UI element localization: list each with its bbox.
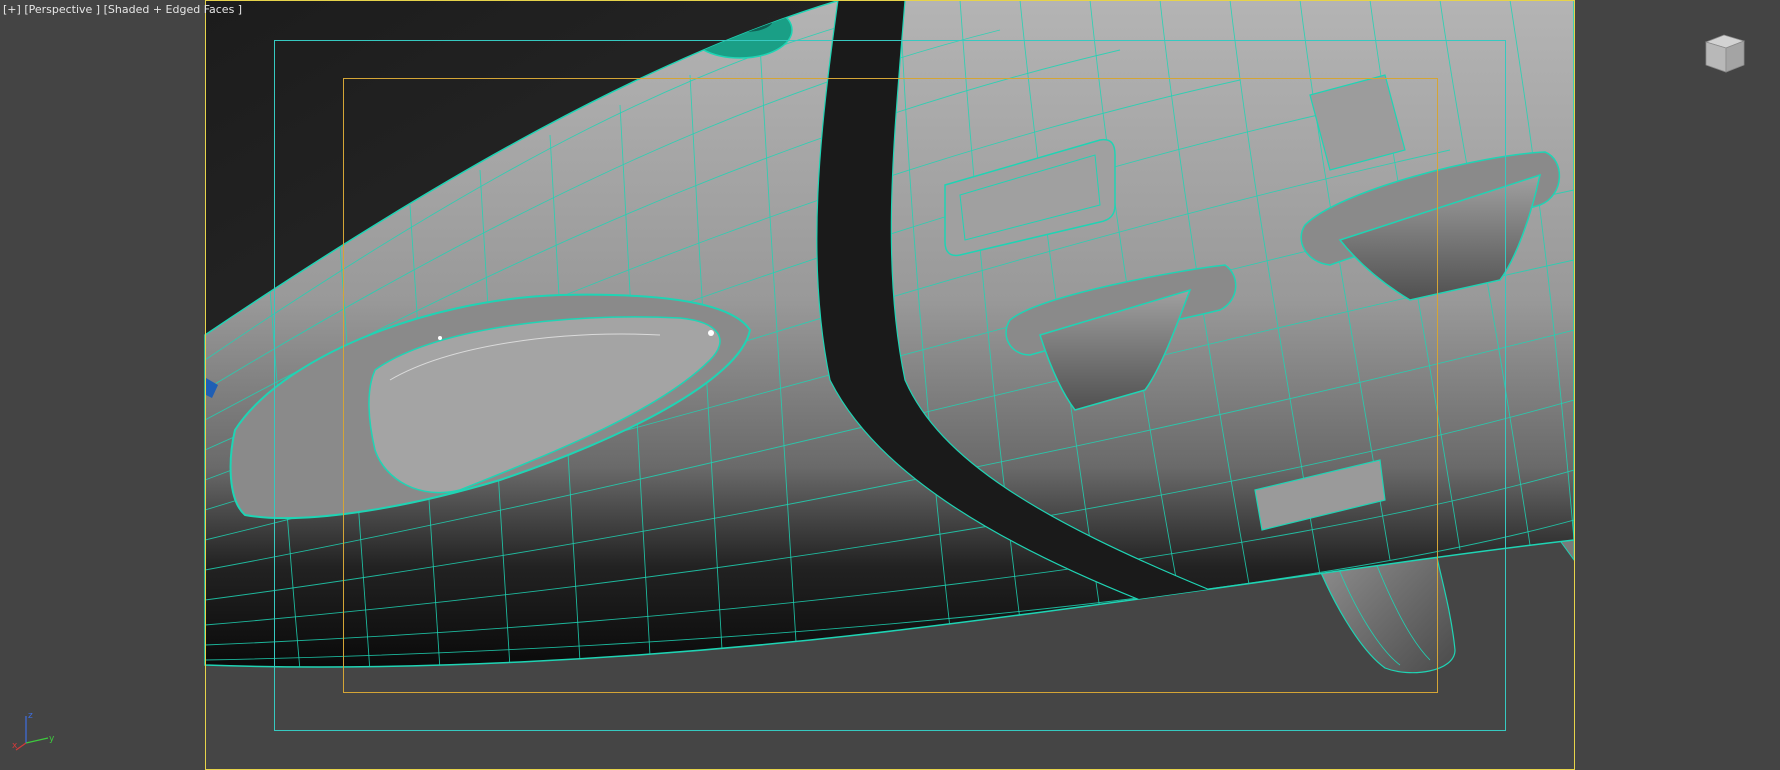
axis-tripod-icon: z y x xyxy=(12,711,55,751)
axis-y-line xyxy=(25,737,49,744)
canopy-highlight xyxy=(708,330,714,336)
axis-x-line xyxy=(15,742,27,751)
viewport-menu-plus[interactable]: [+] xyxy=(3,3,21,16)
perspective-viewport[interactable]: [+] [Perspective ] [Shaded + Edged Faces… xyxy=(0,0,1780,770)
axis-z-label: z xyxy=(28,711,33,721)
axis-x-label: x xyxy=(12,741,18,751)
axis-y-label: y xyxy=(49,734,55,744)
viewcube-icon[interactable] xyxy=(1702,32,1748,76)
canopy-highlight-2 xyxy=(438,336,442,340)
scene-render[interactable] xyxy=(0,0,1780,770)
viewport-label-menu: [+] [Perspective ] [Shaded + Edged Faces… xyxy=(3,3,242,16)
viewport-shading-mode[interactable]: [Shaded + Edged Faces ] xyxy=(104,3,242,16)
viewport-point-of-view[interactable]: [Perspective ] xyxy=(24,3,100,16)
